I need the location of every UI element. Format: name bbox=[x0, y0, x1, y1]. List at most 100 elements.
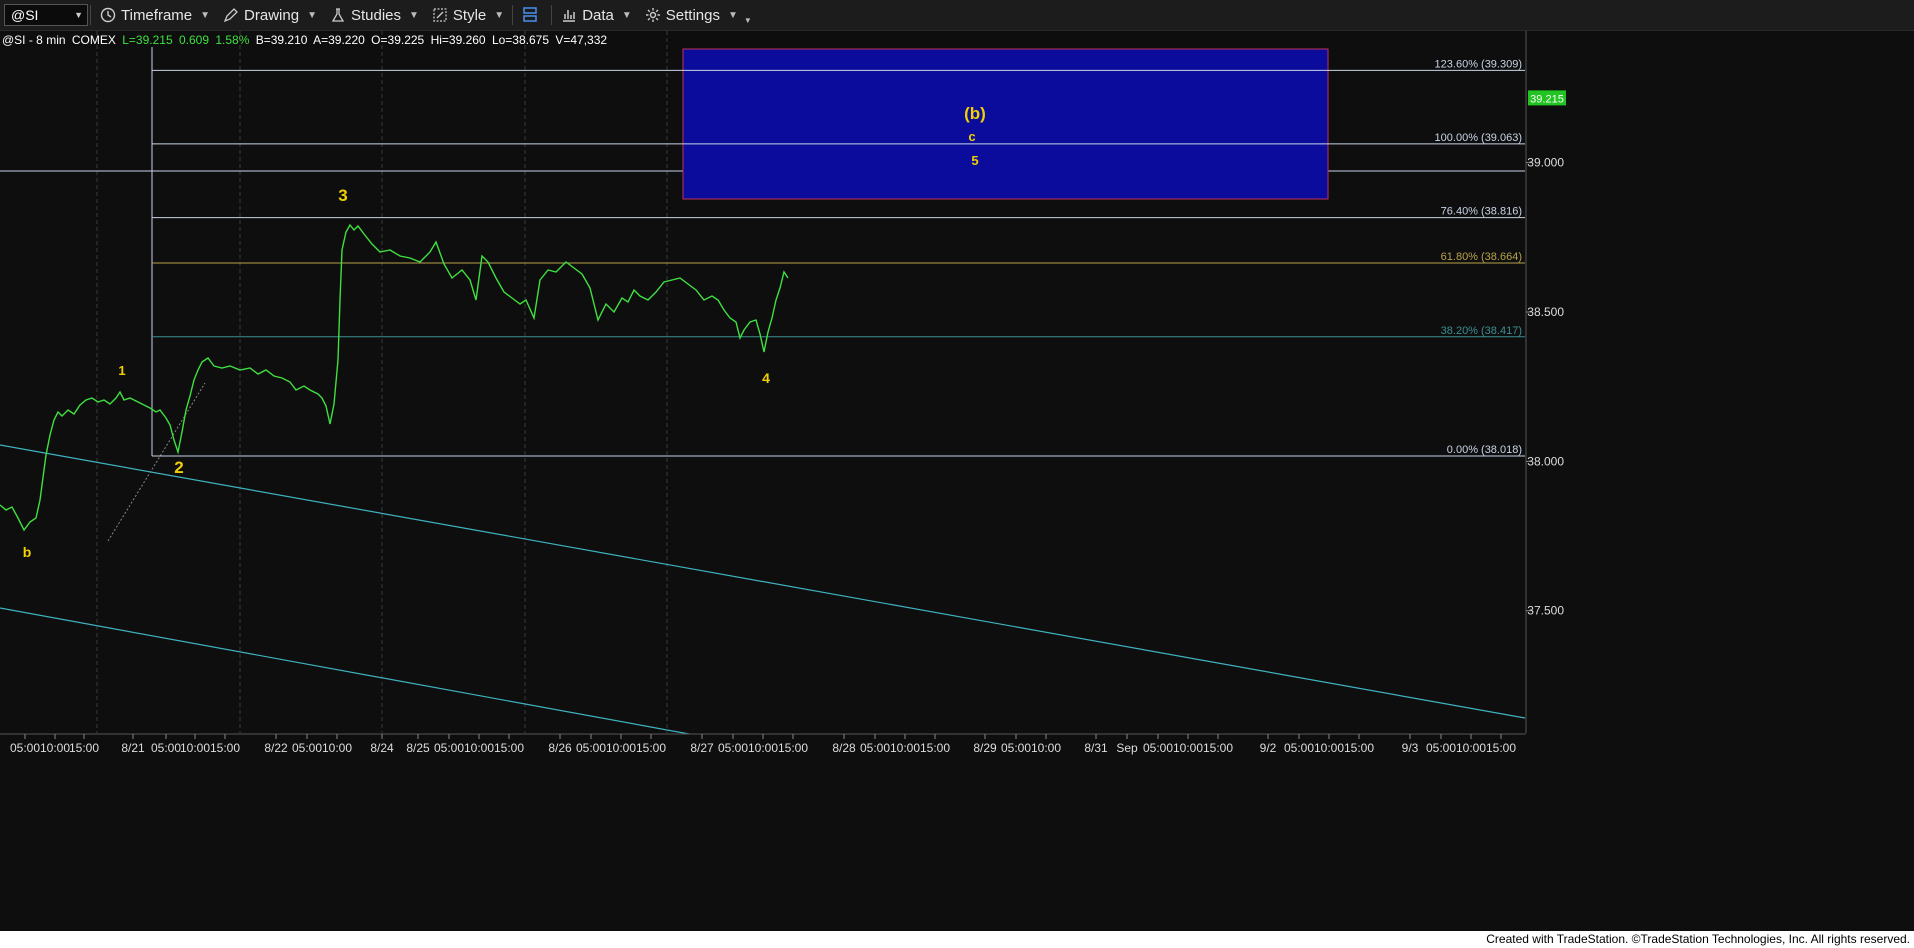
price-tick-label: 37.500 bbox=[1527, 604, 1564, 618]
time-tick-label: 10:00 bbox=[464, 741, 494, 755]
time-tick-label: 15:00 bbox=[1203, 741, 1233, 755]
info-exchange: COMEX bbox=[71, 33, 116, 47]
time-tick-label: 9/2 bbox=[1260, 741, 1277, 755]
wave-label-5: 5 bbox=[971, 153, 978, 168]
footer-copyright: Created with TradeStation. ©TradeStation… bbox=[1486, 932, 1910, 946]
time-tick-label: 15:00 bbox=[494, 741, 524, 755]
info-ask: A=39.220 bbox=[313, 33, 365, 47]
time-tick-label: 05:00 bbox=[292, 741, 322, 755]
style-icon bbox=[431, 6, 449, 24]
time-tick-label: 15:00 bbox=[920, 741, 950, 755]
time-tick-label: 10:00 bbox=[748, 741, 778, 755]
time-tick-label: 10:00 bbox=[1031, 741, 1061, 755]
time-tick-label: 8/26 bbox=[548, 741, 572, 755]
data-label: Data bbox=[582, 6, 614, 24]
fib-label: 76.40% (38.816) bbox=[1441, 206, 1522, 218]
drawing-label: Drawing bbox=[244, 6, 300, 24]
settings-label: Settings bbox=[665, 6, 720, 24]
time-tick-label: 05:00 bbox=[860, 741, 890, 755]
chevron-down-icon: ▼ bbox=[74, 10, 83, 20]
price-chart[interactable]: 261.80% (40.752)200.00% (40.107)176.40% … bbox=[0, 6, 1914, 931]
chevron-down-icon: ▼ bbox=[727, 9, 738, 21]
toolbar-separator bbox=[551, 5, 553, 25]
fib-label: 38.20% (38.417) bbox=[1441, 325, 1522, 337]
time-tick-label: 15:00 bbox=[69, 741, 99, 755]
target-box bbox=[682, 48, 1329, 200]
wave-label-b-big: (b) bbox=[964, 104, 986, 123]
time-tick-label: 8/27 bbox=[690, 741, 714, 755]
quote-info-line: @SI - 8 min COMEX L=39.215 0.609 1.58% B… bbox=[2, 33, 610, 47]
chevron-down-icon: ▼ bbox=[200, 9, 211, 21]
info-open: O=39.225 bbox=[371, 33, 425, 47]
price-tick-label: 39.000 bbox=[1527, 156, 1564, 170]
drawing-button[interactable]: Drawing ▼ bbox=[216, 0, 323, 30]
wave-label-4: 4 bbox=[762, 370, 770, 386]
info-bid: B=39.210 bbox=[255, 33, 308, 47]
info-high: Hi=39.260 bbox=[430, 33, 486, 47]
symbol-value: @SI bbox=[11, 7, 39, 23]
time-tick-label: 15:00 bbox=[636, 741, 666, 755]
chart-area[interactable]: 261.80% (40.752)200.00% (40.107)176.40% … bbox=[0, 6, 1914, 931]
time-tick-label: 15:00 bbox=[210, 741, 240, 755]
price-tick-label: 38.000 bbox=[1527, 454, 1564, 468]
time-tick-label: 05:00 bbox=[10, 741, 40, 755]
chevron-down-icon: ▼ bbox=[494, 9, 505, 21]
fib-label: 123.60% (39.309) bbox=[1435, 58, 1522, 70]
price-tick-label: 38.500 bbox=[1527, 305, 1564, 319]
info-last: L=39.215 bbox=[122, 33, 173, 47]
time-tick-label: 8/31 bbox=[1084, 741, 1108, 755]
time-tick-label: Sep bbox=[1116, 741, 1138, 755]
symbol-input[interactable]: @SI ▼ bbox=[4, 4, 88, 26]
time-tick-label: 05:00 bbox=[1284, 741, 1314, 755]
time-tick-label: 05:00 bbox=[434, 741, 464, 755]
studies-button[interactable]: Studies ▼ bbox=[323, 0, 425, 30]
timeframe-button[interactable]: Timeframe ▼ bbox=[93, 0, 216, 30]
time-tick-label: 8/28 bbox=[832, 741, 856, 755]
style-button[interactable]: Style ▼ bbox=[425, 0, 510, 30]
time-tick-label: 10:00 bbox=[890, 741, 920, 755]
toolbar: @SI ▼ Timeframe ▼ Drawing ▼ Studies ▼ St… bbox=[0, 0, 1914, 31]
bar-chart-icon bbox=[560, 6, 578, 24]
time-tick-label: 05:00 bbox=[1001, 741, 1031, 755]
layout-button[interactable] bbox=[515, 0, 549, 30]
info-pct: 1.58% bbox=[215, 33, 250, 47]
time-tick-label: 05:00 bbox=[1143, 741, 1173, 755]
wave-label-b-small: b bbox=[23, 544, 32, 560]
wave-label-1: 1 bbox=[118, 363, 125, 378]
time-tick-label: 15:00 bbox=[1344, 741, 1374, 755]
chevron-down-icon: ▼ bbox=[307, 9, 317, 21]
clock-icon bbox=[99, 6, 117, 24]
footer: Created with TradeStation. ©TradeStation… bbox=[0, 931, 1914, 948]
chevron-down-icon: ▼ bbox=[621, 9, 632, 21]
time-axis-band bbox=[0, 734, 1914, 931]
time-tick-label: 05:00 bbox=[576, 741, 606, 755]
fib-label: 100.00% (39.063) bbox=[1435, 132, 1522, 144]
info-low: Lo=38.675 bbox=[491, 33, 550, 47]
info-symbol: @SI - 8 min bbox=[2, 33, 66, 47]
time-tick-label: 05:00 bbox=[1426, 741, 1456, 755]
settings-button[interactable]: Settings ▼ ▼ bbox=[638, 0, 758, 30]
time-tick-label: 8/24 bbox=[370, 741, 394, 755]
time-tick-label: 05:00 bbox=[718, 741, 748, 755]
toolbar-separator bbox=[90, 5, 91, 25]
wave-label-c: c bbox=[968, 129, 975, 144]
fib-label: 0.00% (38.018) bbox=[1447, 444, 1522, 456]
time-tick-label: 05:00 bbox=[151, 741, 181, 755]
time-tick-label: 10:00 bbox=[1173, 741, 1203, 755]
last-price-label: 39.215 bbox=[1530, 93, 1564, 105]
data-button[interactable]: Data ▼ bbox=[554, 0, 638, 30]
timeframe-label: Timeframe bbox=[121, 6, 193, 24]
time-tick-label: 15:00 bbox=[778, 741, 808, 755]
time-tick-label: 10:00 bbox=[322, 741, 352, 755]
time-tick-label: 8/29 bbox=[973, 741, 997, 755]
time-tick-label: 10:00 bbox=[606, 741, 636, 755]
time-tick-label: 10:00 bbox=[1456, 741, 1486, 755]
toolbar-separator bbox=[512, 5, 514, 25]
wave-label-2: 2 bbox=[174, 458, 183, 477]
wave-label-3: 3 bbox=[338, 186, 347, 205]
time-tick-label: 10:00 bbox=[1314, 741, 1344, 755]
layout-icon bbox=[521, 6, 539, 24]
gear-icon bbox=[644, 6, 662, 24]
chevron-down-icon: ▼ bbox=[743, 15, 752, 25]
studies-label: Studies bbox=[350, 6, 402, 24]
